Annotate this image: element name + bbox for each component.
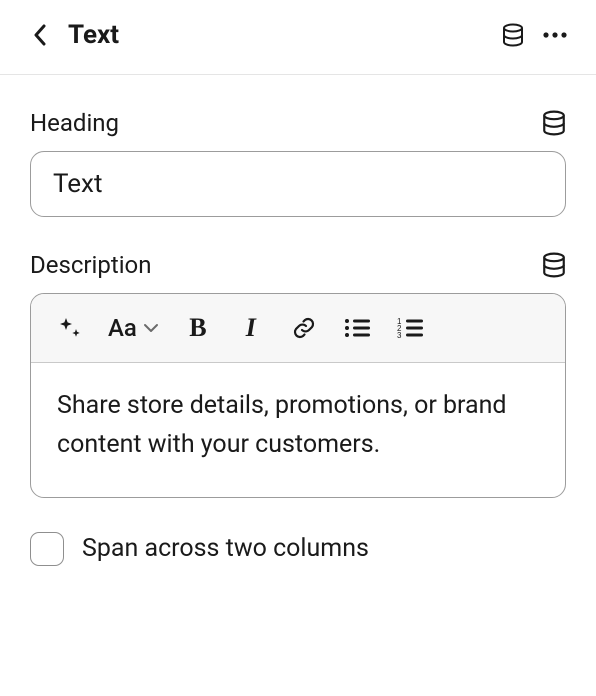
- panel-title: Text: [68, 20, 119, 50]
- description-dynamic-source-button[interactable]: [542, 252, 566, 278]
- database-icon: [502, 23, 524, 47]
- heading-input[interactable]: [30, 151, 566, 217]
- bullet-list-icon: [344, 317, 370, 339]
- description-field-group: Description Aa: [30, 251, 566, 498]
- rte-link-button[interactable]: [290, 314, 318, 342]
- panel-header: Text: [0, 0, 596, 74]
- description-textarea[interactable]: Share store details, promotions, or bran…: [31, 363, 565, 497]
- chevron-left-icon: [33, 24, 47, 46]
- heading-field-group: Heading: [30, 109, 566, 217]
- rte-paragraph-dropdown[interactable]: Aa: [108, 314, 159, 342]
- rte-toolbar: Aa B I: [31, 294, 565, 363]
- header-left: Text: [28, 20, 119, 50]
- rte-italic-button[interactable]: I: [237, 314, 265, 342]
- link-icon: [291, 315, 317, 341]
- chevron-down-icon: [143, 323, 159, 333]
- dynamic-source-button[interactable]: [502, 23, 524, 47]
- numbered-list-icon: 1 2 3: [397, 317, 423, 339]
- rte-numbered-list-button[interactable]: 1 2 3: [396, 314, 424, 342]
- rte-paragraph-label: Aa: [108, 314, 137, 342]
- heading-label: Heading: [30, 109, 119, 137]
- database-icon: [542, 252, 566, 278]
- span-columns-checkbox[interactable]: [30, 532, 64, 566]
- database-icon: [542, 110, 566, 136]
- more-horizontal-icon: [542, 31, 568, 39]
- panel-content: Heading Description: [0, 75, 596, 566]
- heading-label-row: Heading: [30, 109, 566, 137]
- svg-text:3: 3: [397, 331, 402, 339]
- rte-ai-button[interactable]: [55, 314, 83, 342]
- rte-bullet-list-button[interactable]: [343, 314, 371, 342]
- back-button[interactable]: [28, 23, 52, 47]
- description-editor: Aa B I: [30, 293, 566, 498]
- description-label-row: Description: [30, 251, 566, 279]
- span-columns-label: Span across two columns: [82, 534, 369, 563]
- description-label: Description: [30, 251, 152, 279]
- header-right: [502, 23, 568, 47]
- sparkle-icon: [56, 315, 82, 341]
- heading-dynamic-source-button[interactable]: [542, 110, 566, 136]
- span-columns-row: Span across two columns: [30, 532, 566, 566]
- more-actions-button[interactable]: [542, 31, 568, 39]
- rte-bold-button[interactable]: B: [184, 314, 212, 342]
